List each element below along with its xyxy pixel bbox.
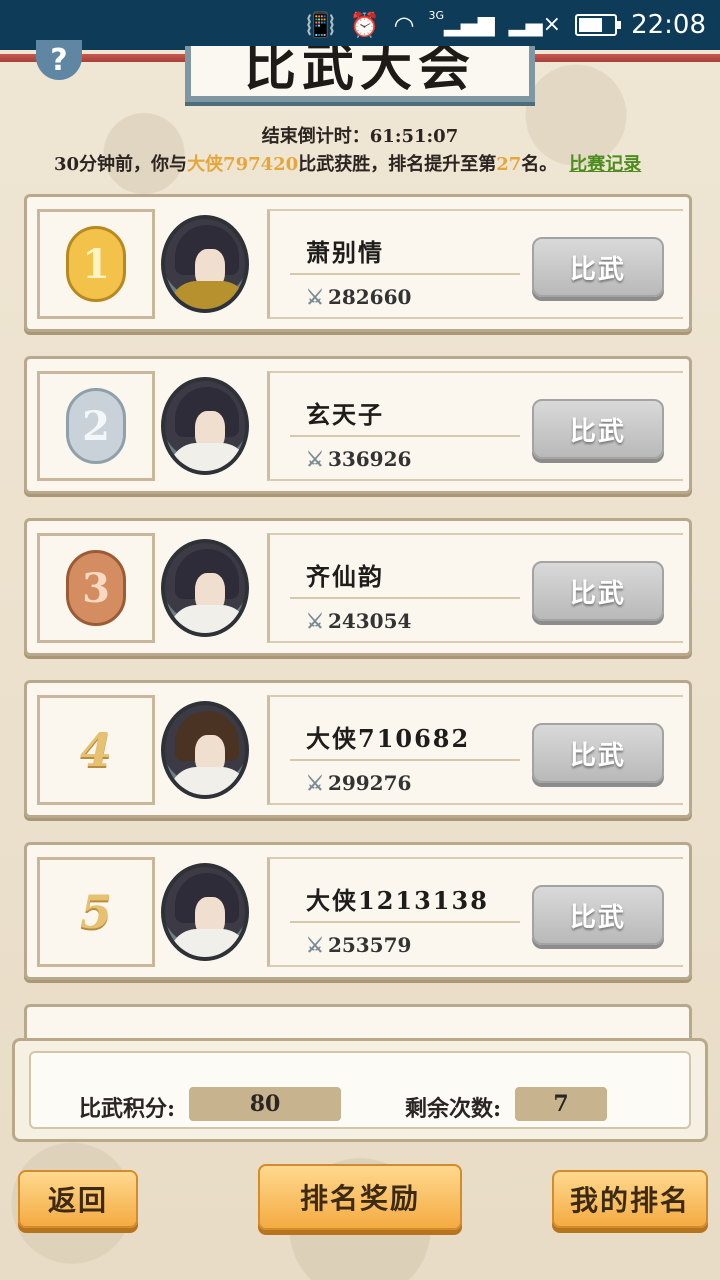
player-name: 玄天子 xyxy=(306,400,384,429)
silver-medal-icon: 2 xyxy=(66,388,126,464)
player-name: 大侠1213138 xyxy=(306,886,489,915)
divider xyxy=(290,273,520,275)
player-card: 5 大侠1213138 ⚔ 253579 比武 xyxy=(24,842,692,980)
combat-power: ⚔ 253579 xyxy=(306,933,411,957)
combat-power: ⚔ 243054 xyxy=(306,609,411,633)
points-label: 比武积分: xyxy=(79,1096,176,1122)
avatar[interactable] xyxy=(161,377,249,475)
notice-rank: 27 xyxy=(496,154,522,175)
page-title: 比武大会 xyxy=(243,46,476,98)
rank-badge: 1 xyxy=(37,209,155,319)
crossed-swords-icon: ⚔ xyxy=(306,609,324,633)
notice-opponent: 大侠797420 xyxy=(187,154,299,175)
challenge-button[interactable]: 比武 xyxy=(532,399,664,459)
player-info: 玄天子 ⚔ 336926 比武 xyxy=(267,371,683,481)
rank-number: 3 xyxy=(82,564,110,612)
combat-power: ⚔ 336926 xyxy=(306,447,411,471)
countdown: 结束倒计时：61:51:07 xyxy=(0,122,720,148)
back-button[interactable]: 返回 xyxy=(18,1170,138,1228)
points-value: 80 xyxy=(189,1087,341,1121)
network-type: 3G xyxy=(428,8,445,22)
gold-medal-icon: 1 xyxy=(66,226,126,302)
power-value: 253579 xyxy=(327,933,412,957)
ranking-rewards-button[interactable]: 排名奖励 xyxy=(258,1164,462,1230)
divider xyxy=(290,435,520,437)
countdown-value: 61:51:07 xyxy=(369,126,459,147)
player-info: 大侠710682 ⚔ 299276 比武 xyxy=(267,695,683,805)
help-icon: ? xyxy=(50,42,68,78)
vibrate-icon: 📳 xyxy=(305,11,336,39)
rank-number: 1 xyxy=(82,240,110,288)
my-ranking-button[interactable]: 我的排名 xyxy=(552,1170,708,1228)
title-plaque: 比武大会 xyxy=(185,46,535,102)
combat-power: ⚔ 282660 xyxy=(306,285,411,309)
player-card: 4 大侠710682 ⚔ 299276 比武 xyxy=(24,680,692,818)
divider xyxy=(290,597,520,599)
notice-prefix: 30分钟前，你与 xyxy=(54,154,188,175)
score-panel-inner: 比武积分: 80 剩余次数: 7 xyxy=(29,1051,691,1129)
power-value: 299276 xyxy=(327,771,412,795)
rank-number: 5 xyxy=(79,885,112,939)
rank-number: 2 xyxy=(82,402,110,450)
crossed-swords-icon: ⚔ xyxy=(306,771,324,795)
player-name: 齐仙韵 xyxy=(306,562,384,591)
rank-badge: 4 xyxy=(37,695,155,805)
avatar[interactable] xyxy=(161,701,249,799)
challenge-button[interactable]: 比武 xyxy=(532,237,664,297)
battery-icon xyxy=(575,14,622,36)
notice-middle: 比武获胜，排名提升至第 xyxy=(298,154,497,175)
avatar[interactable] xyxy=(161,539,249,637)
challenge-button[interactable]: 比武 xyxy=(532,723,664,783)
power-value: 282660 xyxy=(327,285,412,309)
avatar[interactable] xyxy=(161,215,249,313)
rank-badge: 3 xyxy=(37,533,155,643)
player-card: 3 齐仙韵 ⚔ 243054 比武 xyxy=(24,518,692,656)
challenge-button[interactable]: 比武 xyxy=(532,561,664,621)
player-card: 2 玄天子 ⚔ 336926 比武 xyxy=(24,356,692,494)
alarm-icon: ⏰ xyxy=(349,11,380,39)
bronze-medal-icon: 3 xyxy=(66,550,126,626)
status-bar: 📳 ⏰ ◠ 3G ▂▄▆ ▂▄× 22:08 xyxy=(0,0,720,50)
match-record-link[interactable]: 比赛记录 xyxy=(569,154,641,175)
signal-x-icon: ▂▄× xyxy=(508,12,562,37)
remaining-value: 7 xyxy=(515,1087,607,1121)
challenge-button[interactable]: 比武 xyxy=(532,885,664,945)
avatar[interactable] xyxy=(161,863,249,961)
battle-notice: 30分钟前，你与大侠797420比武获胜，排名提升至第27名。 比赛记录 xyxy=(54,150,641,176)
status-time: 22:08 xyxy=(631,10,706,40)
rank-badge: 2 xyxy=(37,371,155,481)
signal-icon: ▂▄▆ xyxy=(444,12,495,37)
countdown-label: 结束倒计时： xyxy=(261,126,370,147)
rank-number: 4 xyxy=(79,723,112,777)
player-info: 齐仙韵 ⚔ 243054 比武 xyxy=(267,533,683,643)
player-info: 大侠1213138 ⚔ 253579 比武 xyxy=(267,857,683,967)
notice-suffix: 名。 xyxy=(521,154,558,175)
divider xyxy=(290,921,520,923)
wifi-icon: ◠ xyxy=(393,11,415,39)
rank-badge: 5 xyxy=(37,857,155,967)
crossed-swords-icon: ⚔ xyxy=(306,285,324,309)
player-card: 1 萧别情 ⚔ 282660 比武 xyxy=(24,194,692,332)
player-info: 萧别情 ⚔ 282660 比武 xyxy=(267,209,683,319)
divider xyxy=(290,759,520,761)
player-name: 萧别情 xyxy=(306,238,384,267)
combat-power: ⚔ 299276 xyxy=(306,771,411,795)
power-value: 336926 xyxy=(327,447,412,471)
remaining-label: 剩余次数: xyxy=(405,1096,502,1122)
crossed-swords-icon: ⚔ xyxy=(306,933,324,957)
player-name: 大侠710682 xyxy=(306,724,471,753)
power-value: 243054 xyxy=(327,609,412,633)
crossed-swords-icon: ⚔ xyxy=(306,447,324,471)
score-panel: 比武积分: 80 剩余次数: 7 xyxy=(12,1038,708,1142)
